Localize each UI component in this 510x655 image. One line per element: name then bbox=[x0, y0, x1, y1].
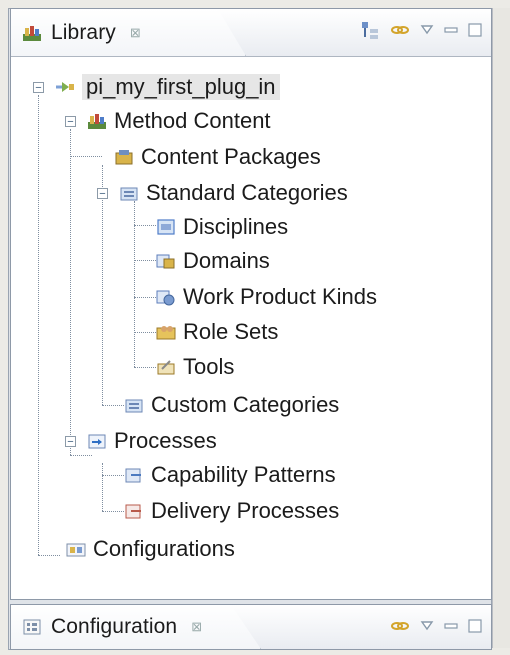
tree-connector bbox=[134, 332, 156, 333]
tools-icon bbox=[155, 356, 177, 378]
domains-icon bbox=[155, 250, 177, 272]
configuration-view-header: Configuration ⊠ bbox=[11, 605, 491, 649]
collapse-toggle[interactable]: − bbox=[97, 187, 108, 199]
method-content-icon bbox=[86, 110, 108, 132]
tree-node-label: Role Sets bbox=[183, 319, 279, 344]
tree-connector bbox=[134, 225, 156, 226]
standard-categories-icon bbox=[118, 182, 140, 204]
tree-node-label: Processes bbox=[114, 428, 217, 453]
tree-node-capability-patterns[interactable]: Capability Patterns bbox=[123, 457, 336, 493]
content-package-icon bbox=[113, 146, 135, 168]
tree-connector bbox=[134, 367, 156, 368]
editor-area-edge bbox=[492, 8, 510, 648]
tree-connector bbox=[102, 463, 103, 511]
processes-icon bbox=[86, 430, 108, 452]
maximize-icon[interactable] bbox=[467, 22, 483, 38]
work-product-kinds-icon bbox=[155, 286, 177, 308]
library-tab[interactable]: Library ⊠ bbox=[11, 9, 246, 56]
tree-node-label: Content Packages bbox=[141, 144, 321, 169]
close-icon[interactable]: ⊠ bbox=[130, 25, 141, 41]
close-icon[interactable]: ⊠ bbox=[191, 619, 202, 635]
tree-node-label: Work Product Kinds bbox=[183, 284, 378, 309]
library-icon bbox=[21, 22, 43, 44]
expand-all-icon[interactable] bbox=[359, 19, 381, 41]
tree-node-label: Method Content bbox=[114, 108, 271, 133]
tree-connector bbox=[70, 156, 102, 157]
tree-node-disciplines[interactable]: Disciplines bbox=[155, 209, 288, 245]
library-tree: − pi_my_first_plug_in − Method Content C… bbox=[11, 61, 491, 591]
library-view-header: Library ⊠ bbox=[11, 9, 491, 57]
menu-icon[interactable] bbox=[419, 618, 435, 634]
custom-categories-icon bbox=[123, 394, 145, 416]
tree-node-domains[interactable]: Domains bbox=[155, 243, 270, 279]
tree-node-delivery-processes[interactable]: Delivery Processes bbox=[123, 493, 339, 529]
collapse-toggle[interactable]: − bbox=[65, 115, 76, 127]
library-tab-label: Library bbox=[51, 20, 116, 44]
tree-node-label: Domains bbox=[183, 248, 270, 273]
delivery-processes-icon bbox=[123, 500, 145, 522]
tree-node-content-packages[interactable]: Content Packages bbox=[113, 139, 321, 175]
configuration-toolbar bbox=[389, 615, 483, 637]
tree-node-label: Custom Categories bbox=[151, 392, 340, 417]
tree-node-processes[interactable]: − Processes bbox=[65, 423, 217, 459]
tree-connector bbox=[134, 297, 156, 298]
tree-node-label: Standard Categories bbox=[146, 180, 348, 205]
tree-node-custom-categories[interactable]: Custom Categories bbox=[123, 387, 339, 423]
configurations-icon bbox=[65, 538, 87, 560]
tree-node-work-product-kinds[interactable]: Work Product Kinds bbox=[155, 279, 377, 315]
disciplines-icon bbox=[155, 216, 177, 238]
menu-icon[interactable] bbox=[419, 22, 435, 38]
tree-connector bbox=[38, 95, 39, 555]
plugin-icon bbox=[54, 76, 76, 98]
tree-node-tools[interactable]: Tools bbox=[155, 349, 234, 385]
tree-node-method-content[interactable]: − Method Content bbox=[65, 103, 271, 139]
tree-connector bbox=[134, 260, 156, 261]
link-icon[interactable] bbox=[389, 19, 411, 41]
configuration-tab[interactable]: Configuration ⊠ bbox=[11, 605, 261, 649]
tree-node-label: pi_my_first_plug_in bbox=[82, 74, 280, 100]
configuration-view: Configuration ⊠ bbox=[10, 604, 492, 650]
tree-node-label: Delivery Processes bbox=[151, 498, 340, 523]
tree-node-role-sets[interactable]: Role Sets bbox=[155, 314, 278, 350]
tree-connector bbox=[38, 555, 60, 556]
tree-node-label: Capability Patterns bbox=[151, 462, 336, 487]
tree-node-label: Tools bbox=[183, 354, 235, 379]
tree-node-standard-categories[interactable]: − Standard Categories bbox=[97, 175, 348, 211]
minimize-icon[interactable] bbox=[443, 22, 459, 38]
configuration-tab-label: Configuration bbox=[51, 615, 178, 638]
tree-node-label: Disciplines bbox=[183, 214, 289, 239]
tree-node-root[interactable]: − pi_my_first_plug_in bbox=[33, 69, 280, 105]
link-icon[interactable] bbox=[389, 615, 411, 637]
tree-connector bbox=[70, 129, 71, 455]
tree-connector bbox=[102, 511, 124, 512]
tree-connector bbox=[102, 475, 124, 476]
capability-patterns-icon bbox=[123, 464, 145, 486]
role-sets-icon bbox=[155, 321, 177, 343]
tree-node-configurations[interactable]: Configurations bbox=[65, 531, 235, 567]
tree-node-label: Configurations bbox=[93, 536, 235, 561]
configuration-icon bbox=[21, 616, 43, 638]
maximize-icon[interactable] bbox=[467, 618, 483, 634]
minimize-icon[interactable] bbox=[443, 618, 459, 634]
collapse-toggle[interactable]: − bbox=[33, 81, 44, 93]
tree-connector bbox=[102, 405, 124, 406]
collapse-toggle[interactable]: − bbox=[65, 435, 76, 447]
library-toolbar bbox=[359, 19, 483, 41]
library-view: Library ⊠ − pi_my_first_plug_in − Method… bbox=[10, 8, 492, 600]
